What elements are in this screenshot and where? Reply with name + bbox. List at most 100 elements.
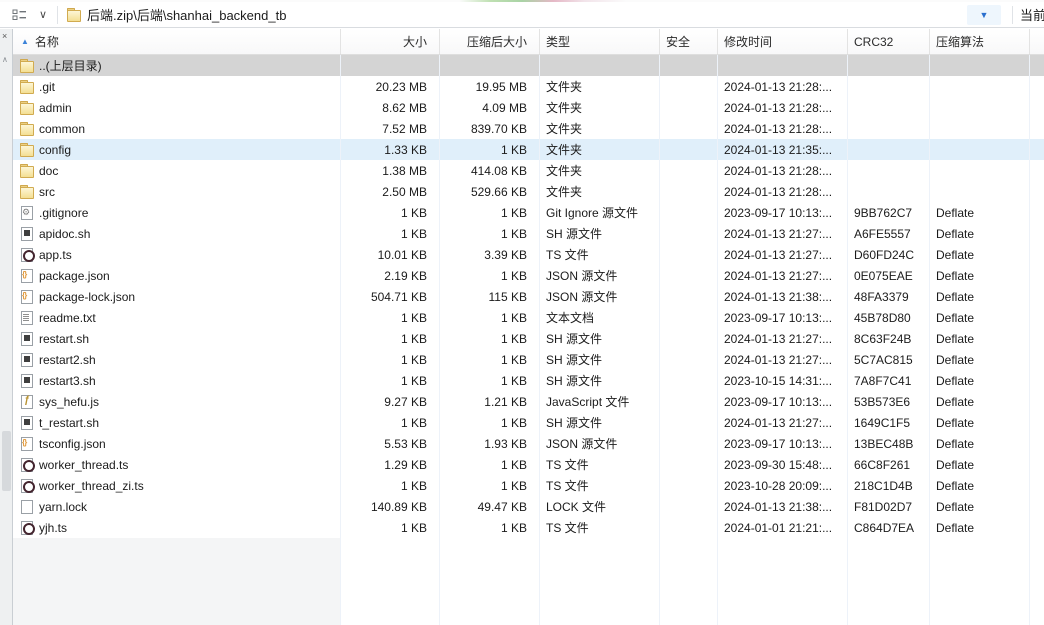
file-security [660, 223, 718, 244]
folder-icon [20, 122, 34, 135]
file-crc32: 1649C1F5 [848, 412, 930, 433]
file-name: admin [39, 101, 72, 115]
file-row[interactable]: yarn.lock 140.89 KB 49.47 KB LOCK 文件 202… [13, 496, 1044, 517]
file-method [930, 76, 1030, 97]
file-size: 20.23 MB [341, 76, 440, 97]
file-crc32 [848, 76, 930, 97]
file-modified: 2023-10-28 20:09:... [718, 475, 848, 496]
file-packed-size: 1 KB [440, 307, 540, 328]
txt-icon [20, 311, 34, 324]
tree-collapse-icon[interactable]: × [2, 31, 7, 41]
file-row[interactable]: package-lock.json 504.71 KB 115 KB JSON … [13, 286, 1044, 307]
file-packed-size: 1 KB [440, 202, 540, 223]
file-size: 5.53 KB [341, 433, 440, 454]
file-row[interactable]: sys_hefu.js 9.27 KB 1.21 KB JavaScript 文… [13, 391, 1044, 412]
file-row[interactable]: restart.sh 1 KB 1 KB SH 源文件 2024-01-13 2… [13, 328, 1044, 349]
file-row[interactable]: .gitignore 1 KB 1 KB Git Ignore 源文件 2023… [13, 202, 1044, 223]
file-packed-size: 4.09 MB [440, 97, 540, 118]
address-toolbar: ∨ 后端.zip\后端\shanhai_backend_tb ▼ 当前目录 [0, 2, 1044, 28]
file-name: .gitignore [39, 206, 88, 220]
column-header-size[interactable]: 大小 [341, 29, 440, 54]
file-row[interactable]: admin 8.62 MB 4.09 MB 文件夹 2024-01-13 21:… [13, 97, 1044, 118]
file-name: sys_hefu.js [39, 395, 99, 409]
file-size: 1 KB [341, 223, 440, 244]
sort-ascending-icon: ▲ [21, 37, 29, 46]
column-header-type[interactable]: 类型 [540, 29, 660, 54]
file-security [660, 328, 718, 349]
file-security [660, 517, 718, 538]
file-type: TS 文件 [540, 244, 660, 265]
folder-icon [20, 185, 34, 198]
file-row[interactable]: t_restart.sh 1 KB 1 KB SH 源文件 2024-01-13… [13, 412, 1044, 433]
file-packed-size: 1 KB [440, 265, 540, 286]
details-view-button[interactable] [6, 4, 32, 26]
file-name: tsconfig.json [39, 437, 106, 451]
file-row[interactable]: tsconfig.json 5.53 KB 1.93 KB JSON 源文件 2… [13, 433, 1044, 454]
file-security [660, 475, 718, 496]
column-header-packed-size[interactable]: 压缩后大小 [440, 29, 540, 54]
file-row[interactable]: worker_thread.ts 1.29 KB 1 KB TS 文件 2023… [13, 454, 1044, 475]
file-row[interactable]: src 2.50 MB 529.66 KB 文件夹 2024-01-13 21:… [13, 181, 1044, 202]
file-security [660, 202, 718, 223]
file-security [660, 412, 718, 433]
file-row[interactable]: apidoc.sh 1 KB 1 KB SH 源文件 2024-01-13 21… [13, 223, 1044, 244]
file-type: LOCK 文件 [540, 496, 660, 517]
file-packed-size [440, 55, 540, 76]
file-row[interactable]: worker_thread_zi.ts 1 KB 1 KB TS 文件 2023… [13, 475, 1044, 496]
file-name: yarn.lock [39, 500, 87, 514]
file-modified: 2024-01-13 21:27:... [718, 244, 848, 265]
file-row[interactable]: app.ts 10.01 KB 3.39 KB TS 文件 2024-01-13… [13, 244, 1044, 265]
file-row[interactable]: doc 1.38 MB 414.08 KB 文件夹 2024-01-13 21:… [13, 160, 1044, 181]
file-row[interactable]: yjh.ts 1 KB 1 KB TS 文件 2024-01-01 21:21:… [13, 517, 1044, 538]
file-name: common [39, 122, 85, 136]
file-name: worker_thread_zi.ts [39, 479, 144, 493]
file-security [660, 370, 718, 391]
file-row[interactable]: ..(上层目录) [13, 55, 1044, 76]
file-list: ..(上层目录) .git 20.23 MB 19.95 MB 文件夹 2024… [13, 55, 1044, 625]
file-size: 1.29 KB [341, 454, 440, 475]
file-packed-size: 529.66 KB [440, 181, 540, 202]
view-dropdown-button[interactable]: ∨ [32, 4, 54, 26]
file-security [660, 160, 718, 181]
address-dropdown-button[interactable]: ▼ [967, 5, 1001, 25]
file-crc32: 9BB762C7 [848, 202, 930, 223]
file-security [660, 496, 718, 517]
file-size: 140.89 KB [341, 496, 440, 517]
file-row[interactable]: restart2.sh 1 KB 1 KB SH 源文件 2024-01-13 … [13, 349, 1044, 370]
file-type: SH 源文件 [540, 412, 660, 433]
file-crc32: D60FD24C [848, 244, 930, 265]
file-modified: 2024-01-13 21:27:... [718, 328, 848, 349]
column-header-modified[interactable]: 修改时间 [718, 29, 848, 54]
file-row[interactable]: config 1.33 KB 1 KB 文件夹 2024-01-13 21:35… [13, 139, 1044, 160]
column-header-security[interactable]: 安全 [660, 29, 718, 54]
file-crc32: 218C1D4B [848, 475, 930, 496]
file-row[interactable]: .git 20.23 MB 19.95 MB 文件夹 2024-01-13 21… [13, 76, 1044, 97]
file-method: Deflate [930, 265, 1030, 286]
scroll-up-icon[interactable]: ∧ [2, 55, 8, 64]
file-crc32 [848, 160, 930, 181]
file-modified: 2024-01-13 21:28:... [718, 160, 848, 181]
folder-icon [20, 101, 34, 114]
column-header-name[interactable]: ▲ 名称 [13, 29, 341, 54]
file-row[interactable]: common 7.52 MB 839.70 KB 文件夹 2024-01-13 … [13, 118, 1044, 139]
tree-panel-scrollbar[interactable]: × ∧ [0, 29, 13, 625]
file-row[interactable]: package.json 2.19 KB 1 KB JSON 源文件 2024-… [13, 265, 1044, 286]
file-size: 10.01 KB [341, 244, 440, 265]
file-name: yjh.ts [39, 521, 67, 535]
file-method: Deflate [930, 475, 1030, 496]
file-crc32: 8C63F24B [848, 328, 930, 349]
file-crc32: 0E075EAE [848, 265, 930, 286]
file-packed-size [440, 538, 540, 625]
file-row[interactable]: restart3.sh 1 KB 1 KB SH 源文件 2023-10-15 … [13, 370, 1044, 391]
address-bar[interactable]: 后端.zip\后端\shanhai_backend_tb [61, 4, 967, 26]
scrollbar-thumb[interactable] [2, 431, 11, 491]
column-header-method[interactable]: 压缩算法 [930, 29, 1030, 54]
file-method: Deflate [930, 286, 1030, 307]
column-header-crc32[interactable]: CRC32 [848, 29, 930, 54]
file-packed-size: 1 KB [440, 412, 540, 433]
file-modified [718, 55, 848, 76]
file-size [341, 538, 440, 625]
file-row[interactable]: readme.txt 1 KB 1 KB 文本文档 2023-09-17 10:… [13, 307, 1044, 328]
file-method: Deflate [930, 223, 1030, 244]
file-crc32: 48FA3379 [848, 286, 930, 307]
